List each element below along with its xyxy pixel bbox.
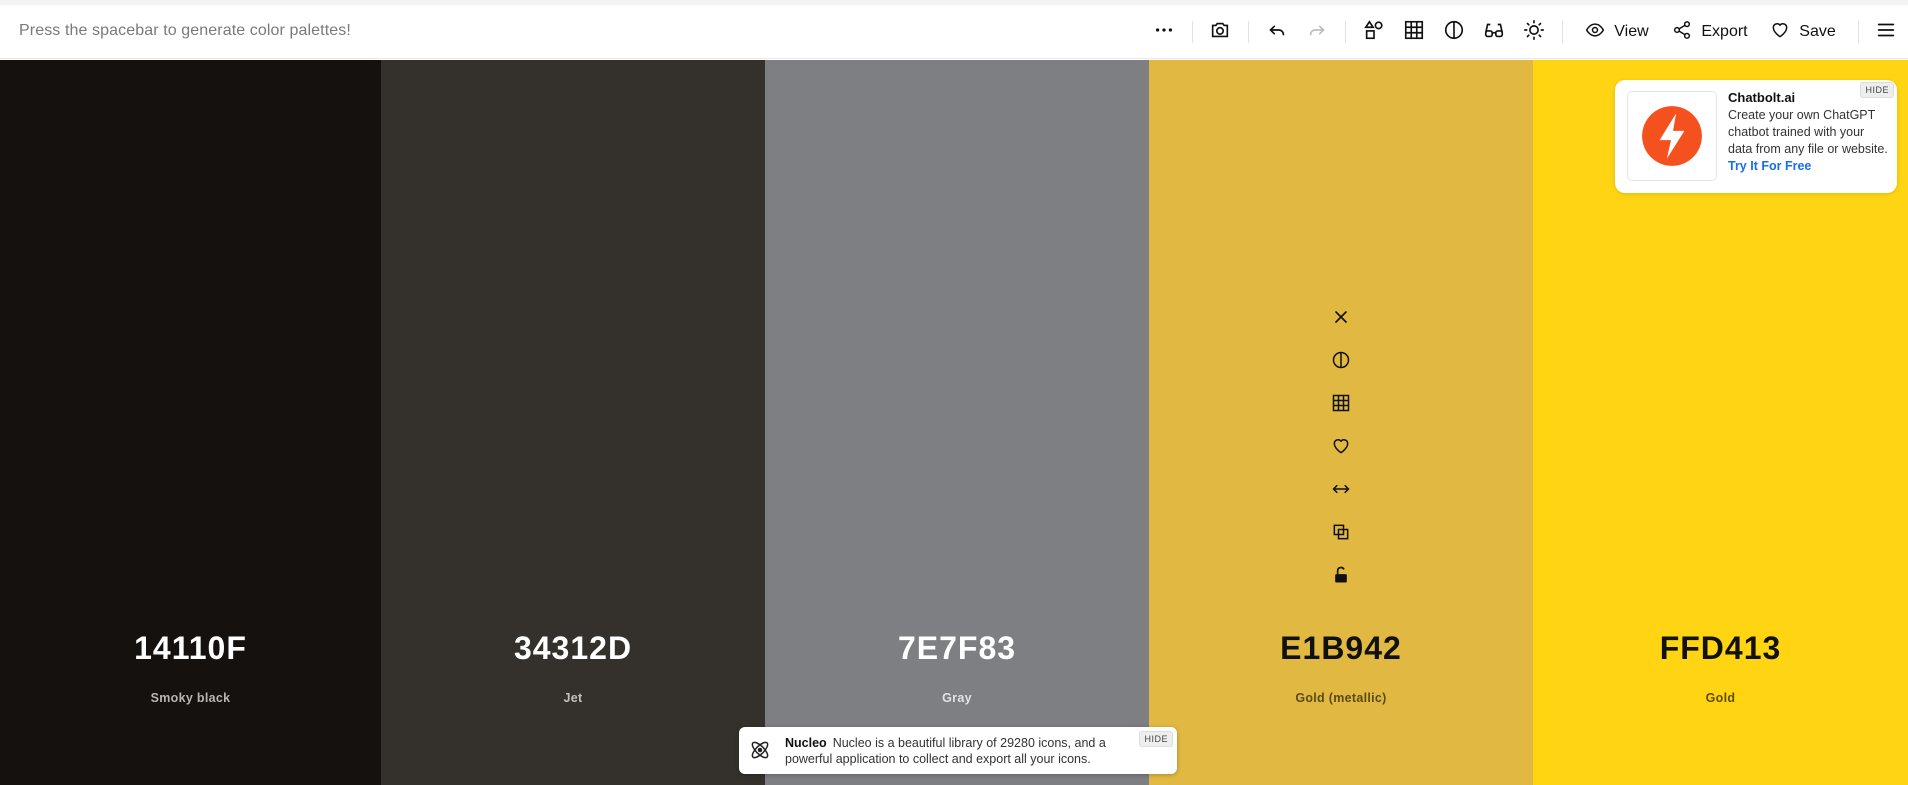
view-button[interactable]: View bbox=[1582, 5, 1652, 59]
redo-button[interactable] bbox=[1304, 5, 1330, 59]
color-name[interactable]: Smoky black bbox=[0, 691, 381, 705]
banner-title: Nucleo bbox=[785, 736, 827, 750]
export-label: Export bbox=[1701, 23, 1748, 40]
shapes-icon bbox=[1363, 19, 1385, 46]
color-column-tools bbox=[1149, 306, 1533, 607]
menu-button[interactable] bbox=[1873, 5, 1899, 59]
unlock-icon bbox=[1331, 565, 1351, 590]
hide-ad-button[interactable]: HIDE bbox=[1860, 82, 1894, 98]
export-button[interactable]: Export bbox=[1671, 5, 1749, 59]
eye-icon bbox=[1585, 20, 1605, 45]
nucleo-ad-banner[interactable]: Nucleo Nucleo is a beautiful library of 2… bbox=[739, 727, 1177, 774]
copy-icon bbox=[1331, 522, 1351, 547]
color-hex-code[interactable]: 34312D bbox=[381, 630, 765, 667]
sponsor-ad-card[interactable]: Chatbolt.ai Create your own ChatGPT chat… bbox=[1615, 80, 1897, 193]
save-color-button[interactable] bbox=[1328, 435, 1354, 461]
share-icon bbox=[1672, 20, 1692, 45]
color-name[interactable]: Gray bbox=[765, 691, 1149, 705]
shapes-button[interactable] bbox=[1361, 5, 1387, 59]
more-options-button[interactable] bbox=[1150, 5, 1178, 59]
color-name[interactable]: Gold (metallic) bbox=[1149, 691, 1533, 705]
ad-body: Create your own ChatGPT chatbot trained … bbox=[1728, 107, 1888, 175]
view-shades-button[interactable] bbox=[1328, 349, 1354, 375]
color-hex-code[interactable]: E1B942 bbox=[1149, 630, 1533, 667]
close-icon bbox=[1331, 307, 1351, 332]
undo-button[interactable] bbox=[1264, 5, 1290, 59]
color-name[interactable]: Jet bbox=[381, 691, 765, 705]
lock-color-button[interactable] bbox=[1328, 564, 1354, 590]
banner-text: Nucleo Nucleo is a beautiful library of 2… bbox=[785, 735, 1130, 767]
heart-icon bbox=[1770, 20, 1790, 45]
color-column[interactable]: 34312D Jet bbox=[381, 60, 765, 785]
arrows-horizontal-icon bbox=[1331, 479, 1351, 504]
spacebar-hint: Press the spacebar to generate color pal… bbox=[19, 22, 351, 39]
contrast-icon bbox=[1443, 19, 1465, 46]
view-label: View bbox=[1614, 23, 1649, 40]
hide-banner-button[interactable]: HIDE bbox=[1139, 731, 1173, 747]
brightness-button[interactable] bbox=[1521, 5, 1547, 59]
color-column[interactable]: 14110F Smoky black bbox=[0, 60, 381, 785]
drag-color-button[interactable] bbox=[1328, 478, 1354, 504]
undo-icon bbox=[1266, 19, 1288, 46]
glasses-icon bbox=[1483, 19, 1505, 46]
ad-title: Chatbolt.ai bbox=[1728, 90, 1796, 105]
grid-icon bbox=[1403, 19, 1425, 46]
remove-color-button[interactable] bbox=[1328, 306, 1354, 332]
atom-icon bbox=[748, 738, 772, 762]
ad-text: Create your own ChatGPT chatbot trained … bbox=[1728, 108, 1888, 156]
contrast-button[interactable] bbox=[1441, 5, 1467, 59]
contrast-icon bbox=[1331, 350, 1351, 375]
screenshot-button[interactable] bbox=[1207, 5, 1233, 59]
color-hex-code[interactable]: FFD413 bbox=[1533, 630, 1908, 667]
grid-icon bbox=[1331, 393, 1351, 418]
color-blindness-button[interactable] bbox=[1481, 5, 1507, 59]
grid-view-button[interactable] bbox=[1401, 5, 1427, 59]
view-grid-button[interactable] bbox=[1328, 392, 1354, 418]
color-column[interactable]: E1B942 Gold (metallic) bbox=[1149, 60, 1533, 785]
more-horizontal-icon bbox=[1153, 19, 1175, 46]
chatbolt-logo bbox=[1627, 91, 1717, 181]
banner-body: Nucleo is a beautiful library of 29280 i… bbox=[785, 736, 1106, 766]
hamburger-icon bbox=[1875, 19, 1897, 46]
redo-icon bbox=[1306, 19, 1328, 46]
save-button[interactable]: Save bbox=[1769, 5, 1837, 59]
copy-color-button[interactable] bbox=[1328, 521, 1354, 547]
color-hex-code[interactable]: 7E7F83 bbox=[765, 630, 1149, 667]
heart-icon bbox=[1331, 436, 1351, 461]
color-column[interactable]: 7E7F83 Gray bbox=[765, 60, 1149, 785]
save-label: Save bbox=[1799, 23, 1836, 40]
toolbar: Press the spacebar to generate color pal… bbox=[0, 5, 1908, 59]
ad-link[interactable]: Try It For Free bbox=[1728, 159, 1811, 173]
camera-icon bbox=[1209, 19, 1231, 46]
color-hex-code[interactable]: 14110F bbox=[0, 630, 381, 667]
sun-icon bbox=[1523, 19, 1545, 46]
color-name[interactable]: Gold bbox=[1533, 691, 1908, 705]
